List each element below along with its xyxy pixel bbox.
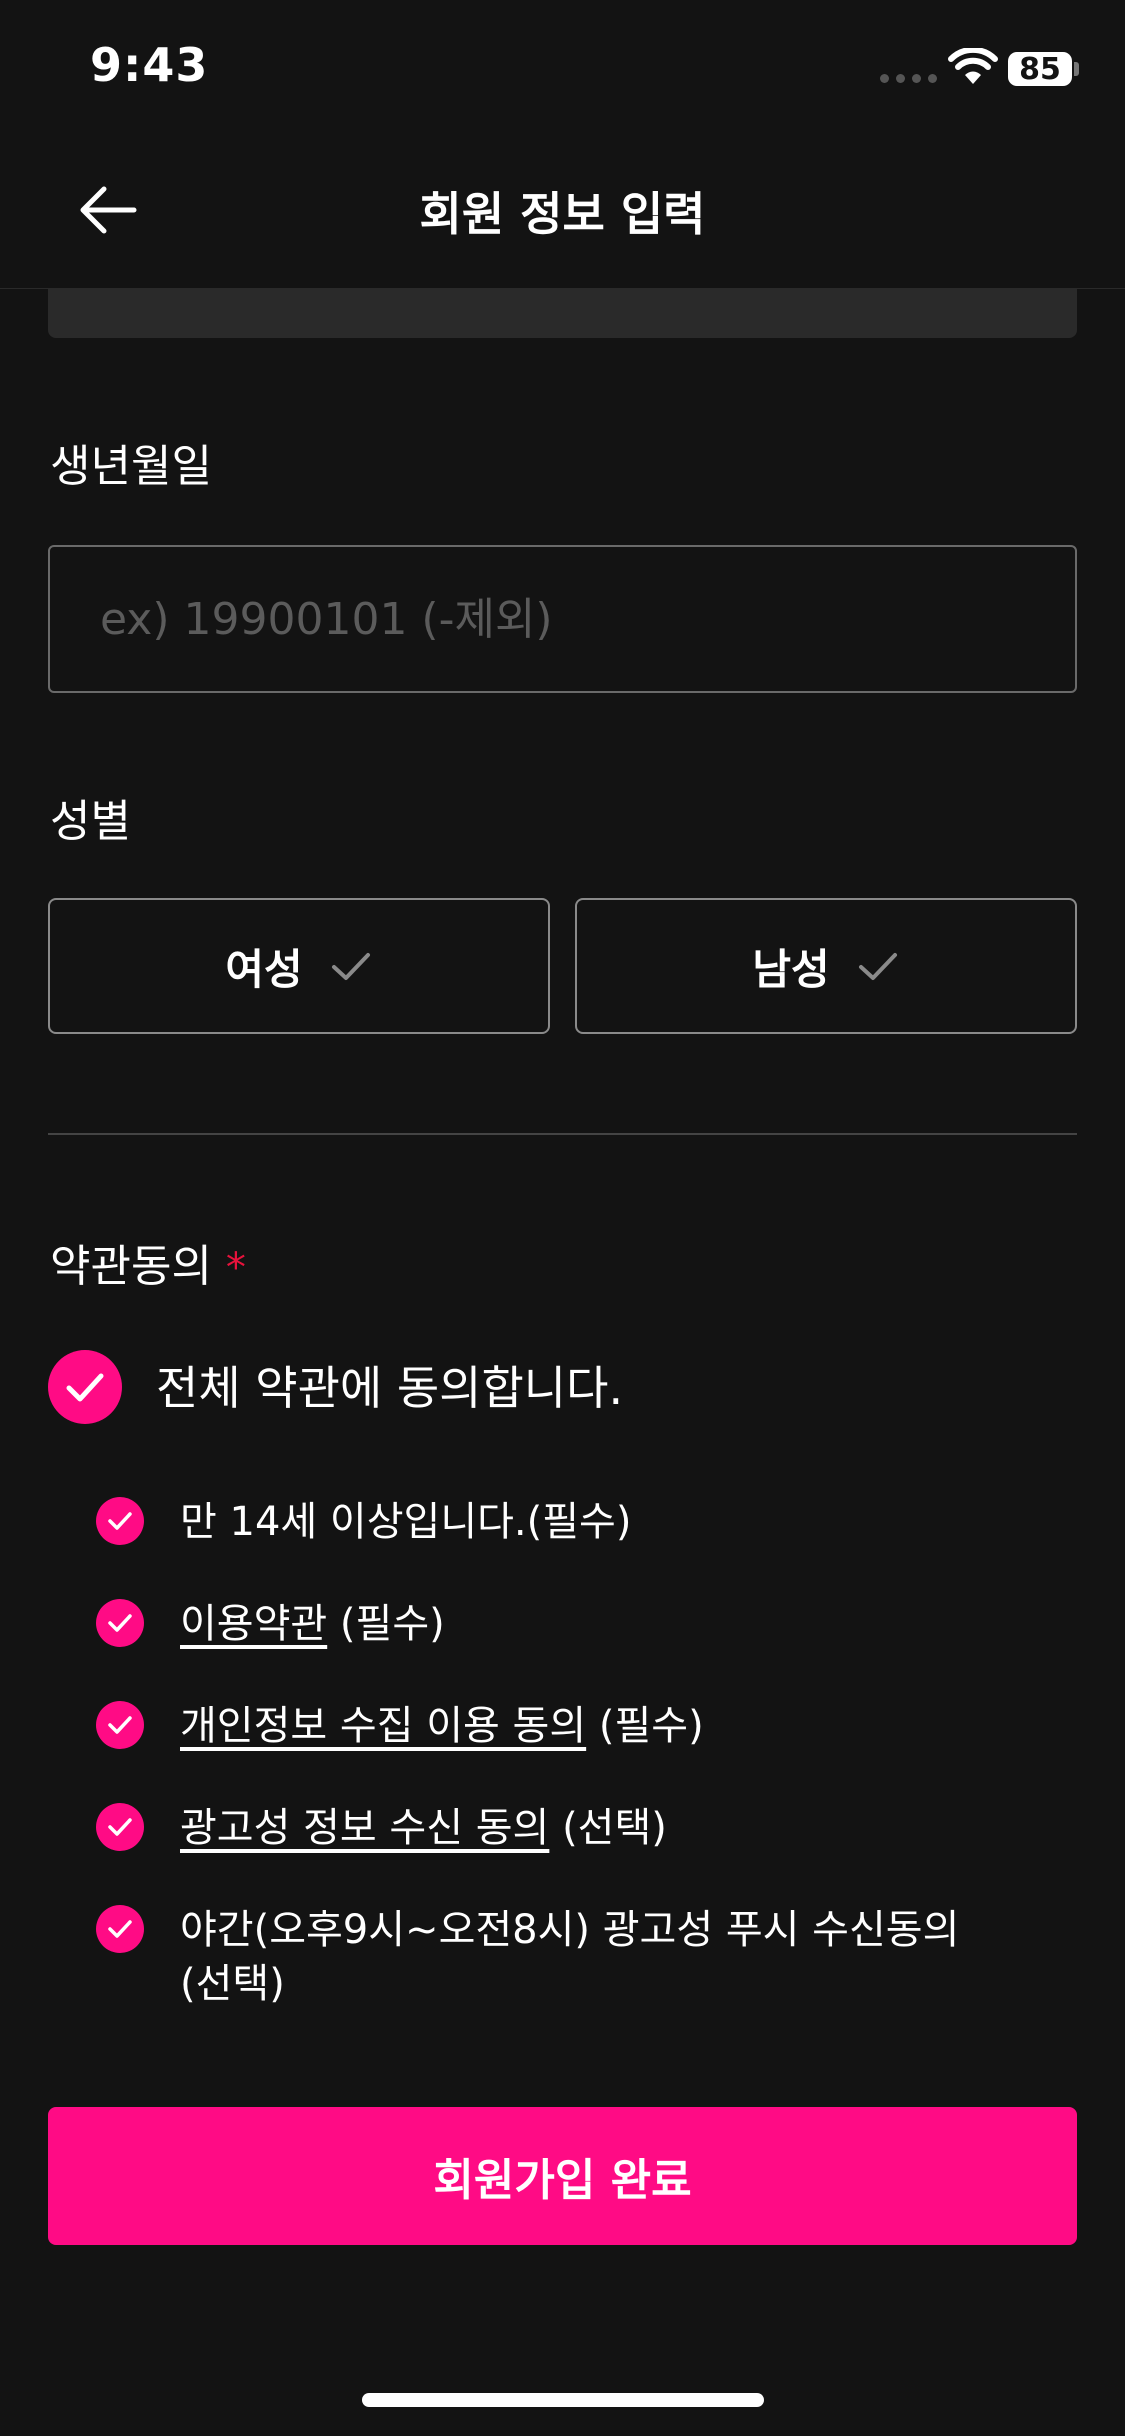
check-icon	[108, 1920, 132, 1938]
term-text: 야간(오후9시~오전8시) 광고성 푸시 수신동의 (선택)	[180, 1907, 960, 2007]
gender-male-button[interactable]: 남성	[575, 898, 1077, 1034]
battery-cap	[1074, 62, 1079, 76]
term-checkbox[interactable]	[96, 1701, 144, 1749]
marketing-consent-link[interactable]: 광고성 정보 수신 동의	[180, 1805, 549, 1851]
gender-female-label: 여성	[225, 944, 303, 994]
check-icon	[108, 1716, 132, 1734]
gender-female-button[interactable]: 여성	[48, 898, 550, 1034]
term-item-privacy: 개인정보 수집 이용 동의 (필수)	[96, 1699, 1046, 1753]
check-icon	[108, 1614, 132, 1632]
status-time: 9:43	[90, 38, 209, 92]
agree-all-label[interactable]: 전체 약관에 동의합니다.	[156, 1352, 623, 1418]
signup-complete-button[interactable]: 회원가입 완료	[48, 2107, 1077, 2245]
term-item-terms-of-use: 이용약관 (필수)	[96, 1597, 1046, 1651]
required-mark: *	[225, 1245, 246, 1291]
check-icon	[858, 953, 897, 980]
battery-level: 85	[1019, 51, 1061, 87]
term-text-container: 광고성 정보 수신 동의 (선택)	[180, 1801, 667, 1855]
term-text-container: 이용약관 (필수)	[180, 1597, 445, 1651]
gender-label: 성별	[50, 796, 131, 847]
home-indicator	[362, 2393, 764, 2407]
term-text: 만 14세 이상입니다.(필수)	[180, 1499, 632, 1545]
term-item-age: 만 14세 이상입니다.(필수)	[96, 1495, 1046, 1549]
terms-of-use-link[interactable]: 이용약관	[180, 1601, 327, 1647]
check-icon	[331, 953, 370, 980]
check-icon	[108, 1818, 132, 1836]
header-bar: 회원 정보 입력	[0, 140, 1125, 289]
term-checkbox[interactable]	[96, 1599, 144, 1647]
term-suffix: (필수)	[586, 1703, 704, 1749]
cellular-signal-icon	[880, 74, 937, 83]
terms-label: 약관동의 *	[50, 1230, 246, 1294]
page-title: 회원 정보 입력	[419, 187, 706, 241]
section-divider	[48, 1133, 1077, 1135]
birthdate-input[interactable]	[48, 545, 1077, 693]
term-checkbox[interactable]	[96, 1905, 144, 1953]
terms-label-text: 약관동의	[50, 1241, 212, 1292]
term-item-marketing: 광고성 정보 수신 동의 (선택)	[96, 1801, 1046, 1855]
agree-all-checkbox[interactable]	[48, 1350, 122, 1424]
gender-male-label: 남성	[752, 944, 830, 994]
wifi-icon	[948, 48, 998, 84]
birthdate-label: 생년월일	[50, 441, 212, 492]
term-checkbox[interactable]	[96, 1497, 144, 1545]
privacy-policy-link[interactable]: 개인정보 수집 이용 동의	[180, 1703, 586, 1749]
term-text-container: 개인정보 수집 이용 동의 (필수)	[180, 1699, 704, 1753]
term-item-night-push: 야간(오후9시~오전8시) 광고성 푸시 수신동의 (선택)	[96, 1903, 996, 2011]
term-checkbox[interactable]	[96, 1803, 144, 1851]
term-suffix: (필수)	[327, 1601, 445, 1647]
check-icon	[66, 1373, 104, 1402]
check-icon	[108, 1512, 132, 1530]
term-suffix: (선택)	[549, 1805, 667, 1851]
battery-icon: 85	[1008, 51, 1072, 87]
